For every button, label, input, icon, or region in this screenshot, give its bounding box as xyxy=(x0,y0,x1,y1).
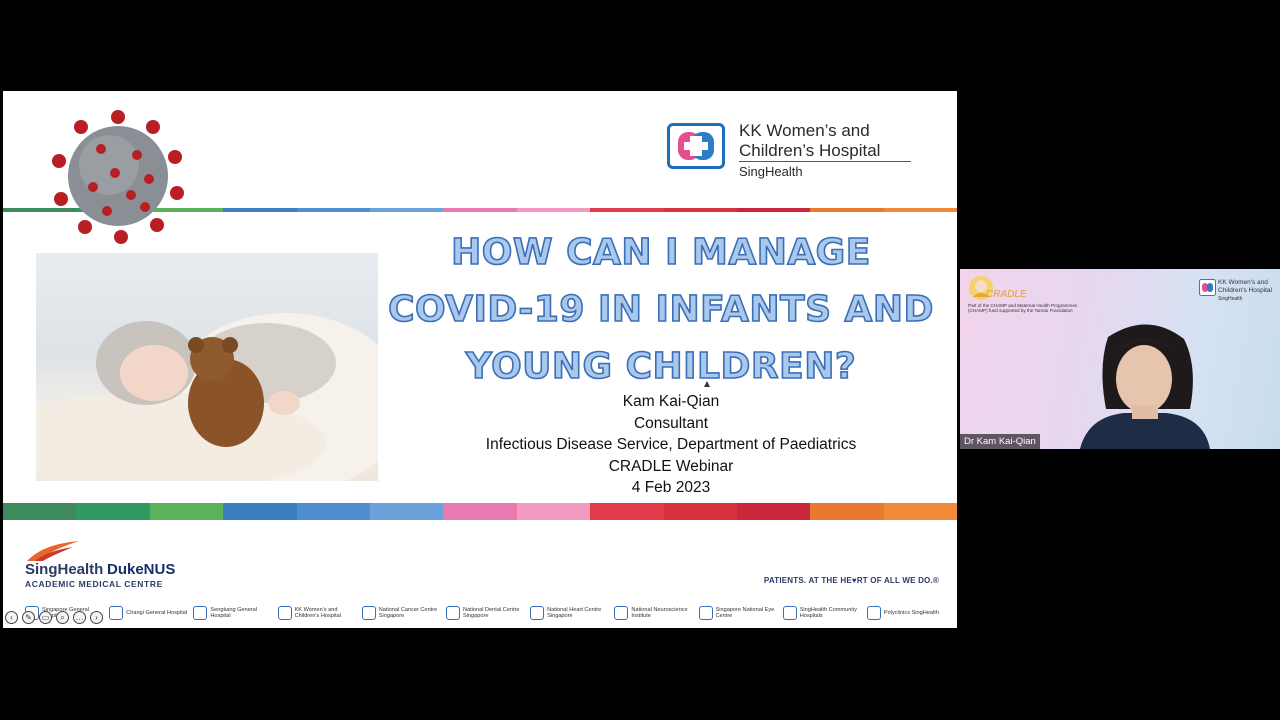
virus-icon xyxy=(52,110,184,244)
stripe-segment xyxy=(736,503,811,520)
stripe-segment xyxy=(3,503,77,520)
logo-divider xyxy=(739,161,911,162)
title-line-3: YOUNG CHILDREN? xyxy=(465,345,857,388)
institution-logo-icon xyxy=(698,606,713,620)
stripe-segment xyxy=(590,208,664,212)
institution-name: KK Women's and Children's Hospital xyxy=(294,606,342,620)
cradle-caption: Part of the CHAMP and Maternal Health Pr… xyxy=(968,303,1078,314)
institution-logo: National Heart Centre Singapore xyxy=(530,602,608,624)
slide-title: HOW CAN I MANAGE COVID-19 IN INFANTS AND… xyxy=(383,224,939,395)
more-options-icon[interactable]: … xyxy=(73,611,86,624)
logo-line-3: SingHealth xyxy=(739,164,803,179)
video-kk-line-3: SingHealth xyxy=(1218,296,1243,302)
institution-logo-icon xyxy=(277,606,292,620)
singhealth-wordmark: SingHealth xyxy=(25,561,104,578)
stripe-segment xyxy=(296,503,370,520)
institution-logo: Polyclinics SingHealth xyxy=(866,602,945,624)
institution-logo: Sengkang General Hospital xyxy=(193,602,271,624)
video-kk-line-2: Children's Hospital xyxy=(1218,287,1272,294)
institution-logo-icon xyxy=(361,606,376,620)
stripe-segment xyxy=(590,503,664,520)
video-kk-line-1: KK Women's and xyxy=(1218,279,1268,286)
institution-name: Changi General Hospital xyxy=(126,609,188,616)
dukenus-wordmark: DukeNUS xyxy=(107,561,176,578)
mouse-cursor-icon xyxy=(704,381,710,387)
institution-logo: Singapore National Eye Centre xyxy=(698,602,777,624)
stripe-segment xyxy=(443,503,517,520)
institution-name: National Cancer Centre Singapore xyxy=(378,606,438,620)
title-line-1: HOW CAN I MANAGE xyxy=(450,231,871,274)
stripe-segment xyxy=(883,208,957,212)
logo-line-2: Children’s Hospital xyxy=(739,141,881,160)
cradle-wordmark: CRADLE xyxy=(986,289,1027,300)
institution-logo-icon xyxy=(193,606,208,620)
institution-name: National Neuroscience Institute xyxy=(631,606,688,620)
tagline: PATIENTS. AT THE HE♥RT OF ALL WE DO.® xyxy=(763,576,939,585)
institution-logo: National Neuroscience Institute xyxy=(614,602,692,624)
participant-video-tile[interactable]: CRADLE Part of the CHAMP and Maternal He… xyxy=(960,269,1280,449)
institution-name: National Dental Centre Singapore xyxy=(462,606,520,620)
institution-logo-icon xyxy=(614,606,629,620)
zoom-icon[interactable]: ⌕ xyxy=(56,611,69,624)
stripe-segment xyxy=(883,503,957,520)
stripe-segment xyxy=(369,208,444,212)
next-slide-icon[interactable]: › xyxy=(90,611,103,624)
institution-logo: National Cancer Centre Singapore xyxy=(361,602,440,624)
institution-name: Singapore National Eye Centre xyxy=(715,606,775,620)
presenter-video-feed xyxy=(1080,324,1210,449)
presenter-info: Kam Kai-Qian Consultant Infectious Disea… xyxy=(383,391,957,499)
sleeping-baby-photo xyxy=(36,253,378,481)
pen-tool-icon[interactable]: ✎ xyxy=(22,611,35,624)
presenter-role: Consultant xyxy=(633,414,709,432)
event-name: CRADLE Webinar xyxy=(608,457,734,475)
stripe-segment xyxy=(223,503,297,520)
stripe-segment xyxy=(369,503,444,520)
video-kk-logo-text: KK Women's and Children's Hospital SingH… xyxy=(1218,279,1272,303)
institution-name: SingHealth Community Hospitals xyxy=(799,606,857,620)
singhealth-swoosh-icon xyxy=(27,541,79,561)
slide-navigation-controls: ‹ ✎ ▭ ⌕ … › xyxy=(5,611,103,624)
prev-slide-icon[interactable]: ‹ xyxy=(5,611,18,624)
institution-logo: National Dental Centre Singapore xyxy=(445,602,524,624)
title-line-2: COVID-19 IN INFANTS AND xyxy=(387,288,934,331)
institution-logo-icon xyxy=(866,606,881,620)
presenter-department: Infectious Disease Service, Department o… xyxy=(485,436,857,454)
presenter-name: Kam Kai-Qian xyxy=(622,393,720,410)
stripe-segment xyxy=(76,503,150,520)
stripe-segment xyxy=(296,208,370,212)
stripe-segment xyxy=(663,208,737,212)
stripe-segment xyxy=(149,503,224,520)
institution-logo-icon xyxy=(109,606,124,620)
stripe-segment xyxy=(663,503,737,520)
kk-hospital-logo-icon xyxy=(667,123,725,169)
institution-logo-icon xyxy=(530,606,545,620)
stripe-segment xyxy=(223,208,297,212)
participant-name-label: Dr Kam Kai-Qian xyxy=(960,434,1040,449)
stripe-segment xyxy=(810,503,884,520)
amc-wordmark: ACADEMIC MEDICAL CENTRE xyxy=(25,579,163,589)
color-stripe-bottom xyxy=(3,503,957,520)
logo-line-1: KK Women’s and xyxy=(739,121,870,140)
kk-hospital-small-logo-icon xyxy=(1199,279,1216,296)
institution-logo-icon xyxy=(782,606,797,620)
institution-logo-row: Singapore General Hospital Changi General… xyxy=(25,602,945,624)
stripe-segment xyxy=(736,208,811,212)
institution-logo-icon xyxy=(445,606,460,620)
stripe-segment xyxy=(516,208,591,212)
institution-name: Sengkang General Hospital xyxy=(210,606,258,620)
event-date: 4 Feb 2023 xyxy=(631,479,711,497)
stripe-segment xyxy=(810,208,884,212)
institution-name: National Heart Centre Singapore xyxy=(547,606,602,620)
stripe-segment xyxy=(516,503,591,520)
institution-name: Polyclinics SingHealth xyxy=(883,609,939,616)
institution-logo: KK Women's and Children's Hospital xyxy=(277,602,356,624)
kk-hospital-logo: KK Women’s and Children’s Hospital SingH… xyxy=(667,121,917,181)
institution-logo: SingHealth Community Hospitals xyxy=(782,602,861,624)
presentation-slide: KK Women’s and Children’s Hospital SingH… xyxy=(3,91,957,628)
stripe-segment xyxy=(443,208,517,212)
institution-logo: Changi General Hospital xyxy=(109,602,187,624)
singhealth-dukenus-logo: SingHealth DukeNUS ACADEMIC MEDICAL CENT… xyxy=(21,539,221,595)
captions-icon[interactable]: ▭ xyxy=(39,611,52,624)
